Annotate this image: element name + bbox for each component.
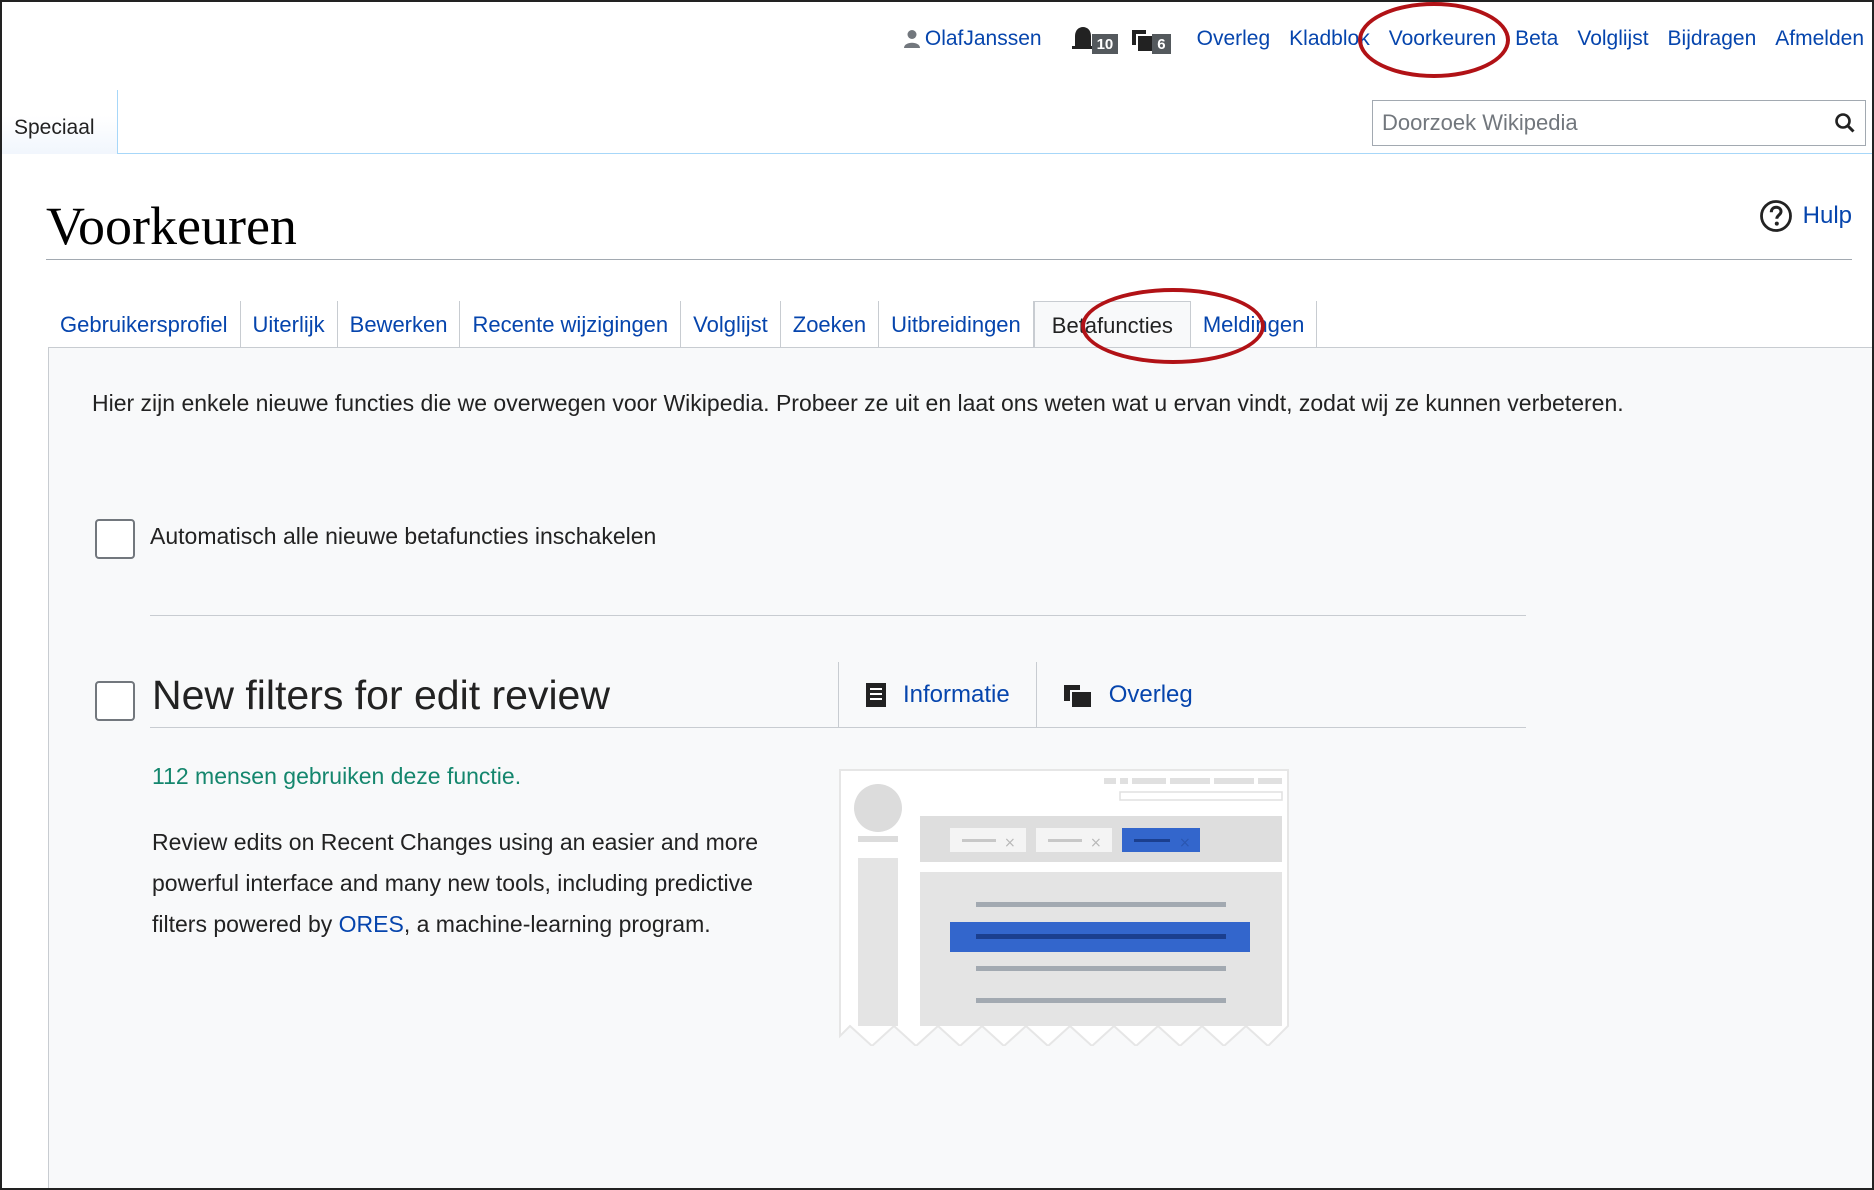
svg-text:×: × xyxy=(1090,835,1102,851)
feature-screenshot-illustration: × × × xyxy=(839,769,1289,1046)
tab-uiterlijk[interactable]: Uiterlijk xyxy=(241,301,338,348)
tab-gebruikersprofiel[interactable]: Gebruikersprofiel xyxy=(48,301,241,348)
namespace-tab-label: Speciaal xyxy=(14,116,95,139)
highlight-ring-beta-tab xyxy=(1081,288,1265,364)
talk-link[interactable]: Overleg xyxy=(1197,27,1271,51)
feature-title: New filters for edit review xyxy=(152,672,610,718)
document-icon xyxy=(866,682,886,707)
tab-recente-wijzigingen[interactable]: Recente wijzigingen xyxy=(460,301,682,348)
search-icon xyxy=(1835,113,1855,133)
tab-uitbreidingen[interactable]: Uitbreidingen xyxy=(879,301,1034,348)
header-divider xyxy=(118,153,1874,154)
feature-info-link[interactable]: Informatie xyxy=(838,662,1036,727)
feature-talk-label[interactable]: Overleg xyxy=(1109,681,1193,709)
ores-link[interactable]: ORES xyxy=(339,911,404,937)
talk-icon xyxy=(1063,684,1091,707)
feature-talk-link[interactable]: Overleg xyxy=(1035,662,1219,727)
svg-text:×: × xyxy=(1004,835,1016,851)
highlight-ring-preferences xyxy=(1358,2,1510,78)
feature-checkbox[interactable] xyxy=(95,681,135,721)
beta-link[interactable]: Beta xyxy=(1515,27,1558,51)
alerts-count-badge: 10 xyxy=(1091,34,1119,54)
page-title: Voorkeuren xyxy=(46,196,297,256)
beta-intro-text: Hier zijn enkele nieuwe functies die we … xyxy=(92,390,1624,416)
svg-text:×: × xyxy=(1179,835,1191,851)
logout-link[interactable]: Afmelden xyxy=(1775,27,1864,51)
user-icon xyxy=(903,30,920,48)
tab-volglijst[interactable]: Volglijst xyxy=(681,301,781,348)
namespace-tab[interactable]: Speciaal xyxy=(0,90,118,154)
notices-count-badge: 6 xyxy=(1152,34,1171,54)
section-divider xyxy=(150,615,1526,616)
help-link[interactable]: Hulp xyxy=(1759,199,1852,233)
help-icon xyxy=(1759,200,1792,232)
search-button[interactable] xyxy=(1825,103,1865,143)
search-box xyxy=(1372,100,1866,146)
contributions-link[interactable]: Bijdragen xyxy=(1668,27,1757,51)
user-link[interactable]: OlafJanssen xyxy=(903,27,1042,51)
feature-divider xyxy=(150,727,1526,728)
tab-zoeken[interactable]: Zoeken xyxy=(781,301,880,348)
feature-description: Review edits on Recent Changes using an … xyxy=(152,822,812,945)
feature-links: Informatie Overleg xyxy=(838,662,1219,727)
help-label[interactable]: Hulp xyxy=(1803,202,1852,230)
feature-description-end: , a machine-learning program. xyxy=(403,911,711,937)
auto-enable-checkbox[interactable] xyxy=(95,519,135,559)
search-input[interactable] xyxy=(1373,103,1825,143)
notices-button[interactable]: 6 xyxy=(1130,24,1171,54)
feature-user-count: 112 mensen gebruiken deze functie. xyxy=(152,763,522,789)
auto-enable-label: Automatisch alle nieuwe betafuncties ins… xyxy=(150,523,657,549)
watchlist-link[interactable]: Volglijst xyxy=(1577,27,1648,51)
username[interactable]: OlafJanssen xyxy=(925,27,1042,51)
feature-info-label[interactable]: Informatie xyxy=(903,681,1010,709)
alerts-button[interactable]: 10 xyxy=(1070,24,1119,54)
tab-bewerken[interactable]: Bewerken xyxy=(338,301,461,348)
heading-divider xyxy=(46,259,1852,260)
